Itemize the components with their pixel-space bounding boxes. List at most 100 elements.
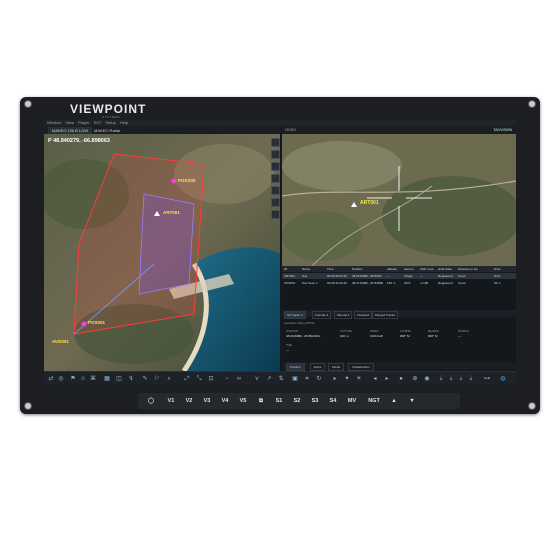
tab-manual[interactable]: Manual 4 (334, 311, 353, 319)
rotate-icon[interactable]: ↻ (316, 376, 322, 382)
expand-icon[interactable]: ⤢ (184, 376, 190, 382)
col-time[interactable]: Time (327, 266, 334, 272)
link-icon[interactable]: ⌘ (90, 376, 96, 382)
cell-time: 03:09:15:54:32 (327, 274, 348, 278)
s3-button[interactable]: S3 (308, 396, 322, 406)
center-icon[interactable] (271, 186, 280, 195)
settings-icon[interactable] (271, 210, 280, 219)
col-hold-state[interactable]: Hold State (438, 266, 452, 272)
col-error[interactable]: Error (494, 266, 501, 272)
zoom-out-icon[interactable] (271, 150, 280, 159)
collapse-icon[interactable]: ⤡ (196, 376, 202, 382)
col-source[interactable]: Source (404, 266, 414, 272)
zoom-in-icon[interactable] (271, 138, 280, 147)
up-button[interactable]: ▲ (388, 396, 400, 406)
video-pane[interactable]: VIDEO TACVISION ART001 (282, 126, 516, 266)
tab-media[interactable]: Media (328, 363, 345, 371)
next-icon[interactable]: ▸ (384, 376, 390, 382)
field-label: POSITION (286, 330, 298, 333)
video-header: VIDEO TACVISION (282, 126, 516, 134)
track-icon[interactable]: ⚑ (70, 376, 76, 382)
tab-merged-tracks[interactable]: Merged Tracks (372, 311, 398, 319)
tab-classification[interactable]: Classification (348, 363, 374, 371)
tab-checked[interactable]: Checked (354, 311, 372, 319)
pen-icon[interactable]: ✎ (142, 376, 148, 382)
map-label-avg[interactable]: AVG001 (52, 339, 69, 344)
tab-position[interactable]: Position (286, 363, 305, 371)
map-label-art[interactable]: ART001 (163, 210, 180, 215)
v3-button[interactable]: V3 (200, 396, 214, 406)
prev-icon[interactable]: ◂ (372, 376, 378, 382)
search-icon[interactable]: ⌕ (166, 376, 172, 382)
s2-button[interactable]: S2 (290, 396, 304, 406)
v2-button[interactable]: V2 (182, 396, 196, 406)
measure-icon[interactable] (271, 174, 280, 183)
field-label: SPEED (370, 330, 379, 333)
light-icon[interactable]: ☀ (356, 376, 362, 382)
down-icon[interactable]: ⇣ (458, 376, 464, 382)
menu-help[interactable]: Help (120, 120, 128, 125)
globe-icon[interactable]: ◍ (500, 376, 506, 382)
v5-button[interactable]: V5 (236, 396, 250, 406)
filter-icon[interactable]: ⋎ (254, 376, 260, 382)
user-icon[interactable]: ☺ (80, 376, 86, 382)
tab-friendly[interactable]: Friendly 2 (312, 311, 332, 319)
minus-icon[interactable]: − (224, 376, 230, 382)
video-mode[interactable]: TACVISION (493, 126, 512, 134)
camera-icon[interactable]: ▣ (292, 376, 298, 382)
menu-setup[interactable]: Setup (105, 120, 115, 125)
snap-icon[interactable]: ✦ (344, 376, 350, 382)
fit-icon[interactable]: ⊡ (208, 376, 214, 382)
table-row[interactable]: POS001 Pos Team 1 03:08:11:02:49 48.9719… (282, 280, 516, 286)
down-icon[interactable]: ⇣ (438, 376, 444, 382)
v4-button[interactable]: V4 (218, 396, 232, 406)
focus-icon[interactable]: ◉ (424, 376, 430, 382)
grid-icon[interactable]: ▦ (104, 376, 110, 382)
mix-icon[interactable]: ⧉ (254, 396, 268, 406)
arrow-icon[interactable]: ↗ (266, 376, 272, 382)
network-icon[interactable]: ⊶ (484, 376, 490, 382)
play-icon[interactable]: ▸ (332, 376, 338, 382)
menu-view[interactable]: View (65, 120, 74, 125)
s1-button[interactable]: S1 (272, 396, 286, 406)
map-label-pos2[interactable]: POS001 (88, 320, 105, 325)
route-icon[interactable]: ↯ (128, 376, 134, 382)
col-path-loss[interactable]: Path Loss (420, 266, 433, 272)
zoom-icon[interactable]: ⊕ (412, 376, 418, 382)
layers-icon[interactable]: ◫ (116, 376, 122, 382)
map-label-pos[interactable]: POSS00 (178, 178, 196, 183)
tab-map-radar[interactable]: MAKEO Radar (90, 127, 124, 134)
v1-button[interactable]: V1 (164, 396, 178, 406)
crop-icon[interactable]: ⌗ (304, 376, 310, 382)
map-view[interactable]: P 48.940279, -66.898063 POSS00 ART001 PO… (44, 134, 280, 371)
record-icon[interactable]: ● (398, 376, 404, 382)
flag-icon[interactable]: ⚐ (154, 376, 160, 382)
down-icon[interactable]: ⇣ (448, 376, 454, 382)
target-icon[interactable]: ◎ (58, 376, 64, 382)
col-name[interactable]: Name (302, 266, 310, 272)
infinity-icon[interactable]: ∞ (236, 376, 242, 382)
col-altitude[interactable]: Altitude (387, 266, 397, 272)
refresh-icon[interactable]: ⇄ (48, 376, 54, 382)
menu-player[interactable]: Player (78, 120, 89, 125)
col-position[interactable]: Position (352, 266, 363, 272)
ngt-button[interactable]: NGT (364, 396, 384, 406)
table-row[interactable]: ART001 Pos 03:09:15:54:32 48.9129082, -6… (282, 273, 516, 279)
tab-map-low[interactable]: MAKEO 10k B LOW (48, 127, 93, 134)
menu-window[interactable]: Window (47, 120, 61, 125)
draw-icon[interactable] (271, 198, 280, 207)
down-button[interactable]: ▼ (406, 396, 418, 406)
s4-button[interactable]: S4 (326, 396, 340, 406)
tool-strip: ⇄ ◎ ⚑ ☺ ⌘ ▦ ◫ ↯ ✎ ⚐ ⌕ ⤢ ⤡ ⊡ − ∞ ⋎ ↗ ⇅ ▣ … (44, 371, 516, 385)
menu-svt[interactable]: SVT (94, 120, 102, 125)
power-button[interactable]: ◯ (146, 396, 156, 406)
mv-button[interactable]: MV (344, 396, 360, 406)
video-target-label[interactable]: ART001 (360, 200, 379, 206)
down-icon[interactable]: ⇣ (468, 376, 474, 382)
tab-all-tracks[interactable]: All Tracks 4 (284, 311, 306, 319)
sort-icon[interactable]: ⇅ (278, 376, 284, 382)
col-distance[interactable]: Distance to Go (458, 266, 478, 272)
col-id[interactable]: ID (284, 266, 287, 272)
tab-extra[interactable]: Extra (310, 363, 326, 371)
layers-icon[interactable] (271, 162, 280, 171)
